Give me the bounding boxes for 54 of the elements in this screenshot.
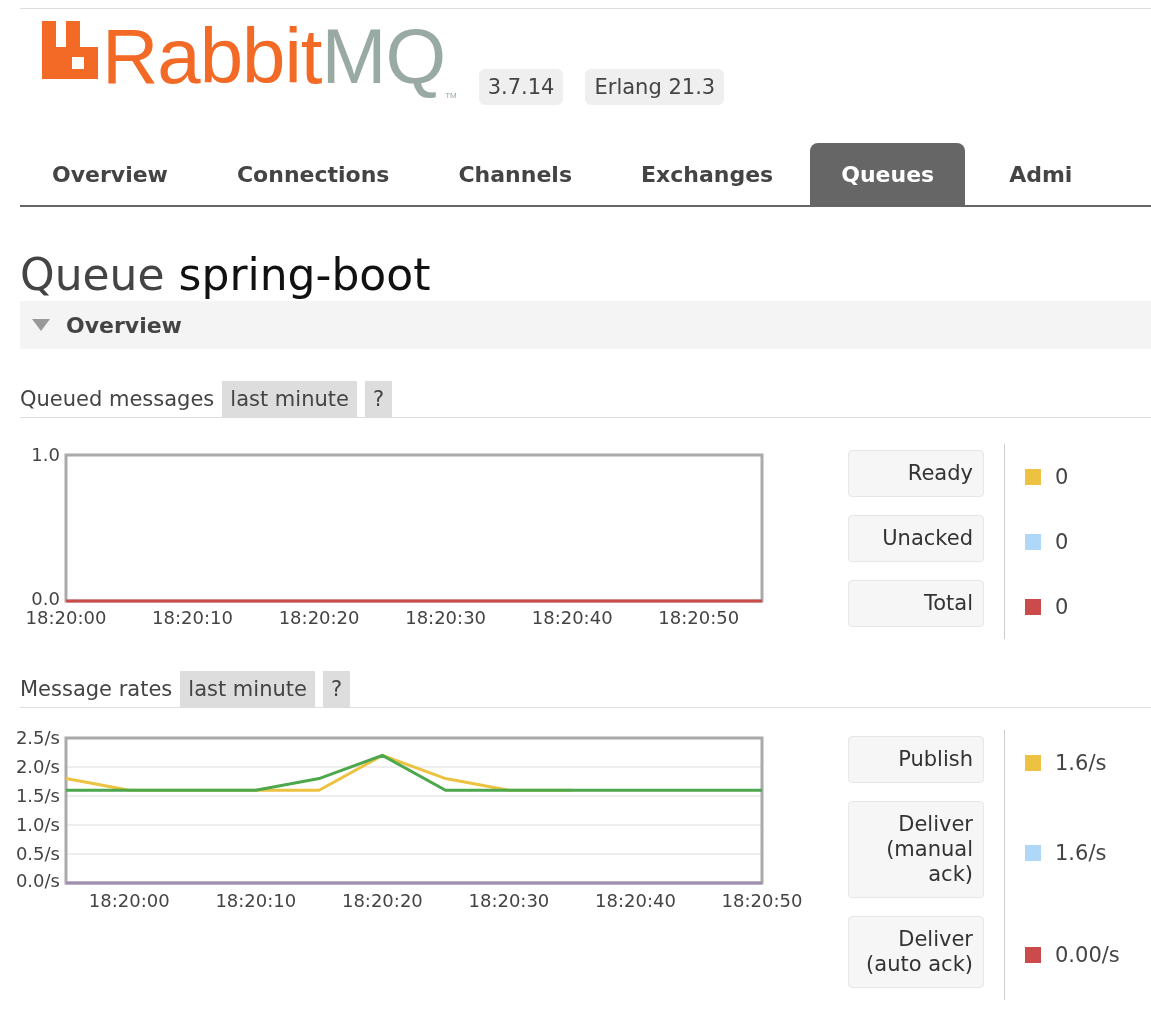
x-tick-label: 18:20:00 xyxy=(25,607,107,628)
legend-value: 0 xyxy=(1055,594,1069,619)
legend-label: Deliver (manual ack) xyxy=(848,801,984,898)
x-tick-label: 18:20:10 xyxy=(215,890,297,911)
page-title: Queue xyxy=(20,249,165,301)
x-tick-label: 18:20:40 xyxy=(531,607,613,628)
legend-value: 1.6/s xyxy=(1055,750,1107,775)
section-header[interactable]: Overview xyxy=(20,301,1151,349)
legend-value: 1.6/s xyxy=(1055,840,1107,865)
x-tick-label: 18:20:20 xyxy=(341,890,423,911)
y-tick-label: 2.5/s xyxy=(15,730,60,748)
panel-title: Queued messages xyxy=(20,387,215,411)
help-button[interactable]: ? xyxy=(364,381,393,417)
legend-label: Ready xyxy=(848,450,984,497)
legend-label: Unacked xyxy=(848,515,984,562)
logo-text: MQ xyxy=(321,11,446,101)
legend-value: 0 xyxy=(1055,529,1069,554)
nav-tab[interactable]: Queues xyxy=(810,143,966,205)
nav-tab[interactable]: Exchanges xyxy=(609,143,811,205)
y-tick-label: 0.0/s xyxy=(15,870,60,891)
legend-label: Deliver (auto ack) xyxy=(848,916,984,988)
x-tick-label: 18:20:50 xyxy=(721,890,803,911)
legend-label: Publish xyxy=(848,736,984,783)
legend-value: 0.00/s xyxy=(1055,943,1120,967)
legend-label: Total xyxy=(848,580,984,627)
nav-tab[interactable]: Connections xyxy=(204,143,427,205)
y-tick-label: 2.0/s xyxy=(15,756,60,777)
y-tick-label: 1.0 xyxy=(31,444,60,465)
help-button[interactable]: ? xyxy=(322,671,351,707)
x-tick-label: 18:20:30 xyxy=(405,607,487,628)
x-tick-label: 18:20:20 xyxy=(278,607,360,628)
section-title: Overview xyxy=(66,312,182,338)
y-tick-label: 1.5/s xyxy=(15,785,60,806)
range-selector[interactable]: last minute xyxy=(180,671,315,707)
y-tick-label: 1.0/s xyxy=(15,814,60,835)
trademark-label: TM xyxy=(445,91,457,101)
logo-icon xyxy=(42,21,98,79)
nav-tab[interactable]: Admi xyxy=(977,143,1110,205)
nav-tab[interactable]: Overview xyxy=(20,143,205,205)
x-tick-label: 18:20:40 xyxy=(595,890,676,911)
y-tick-label: 0.5/s xyxy=(15,843,60,864)
x-tick-label: 18:20:50 xyxy=(658,607,740,628)
version-badge: Erlang 21.3 xyxy=(585,69,725,105)
legend-value: 0 xyxy=(1055,464,1069,489)
queue-name: spring-boot xyxy=(178,249,431,301)
panel-title: Message rates xyxy=(20,677,173,701)
logo-text: Rabbit xyxy=(102,11,322,101)
y-tick-label: 0.0 xyxy=(31,588,60,609)
x-tick-label: 18:20:00 xyxy=(88,890,170,911)
range-selector[interactable]: last minute xyxy=(222,381,357,417)
x-tick-label: 18:20:30 xyxy=(468,890,550,911)
x-tick-label: 18:20:10 xyxy=(152,607,233,628)
nav-tab[interactable]: Channels xyxy=(426,143,609,205)
version-badge: 3.7.14 xyxy=(478,69,564,105)
